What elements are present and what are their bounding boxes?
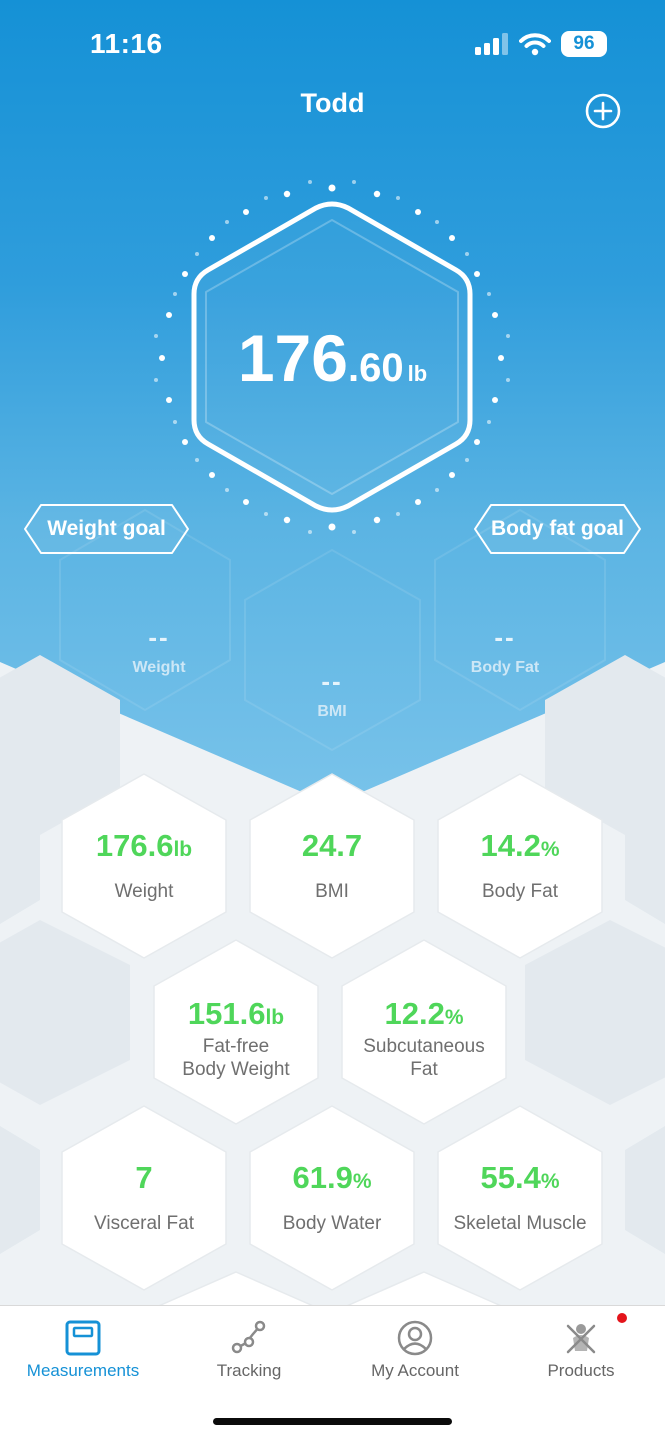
metric-label: Body Water (282, 1213, 382, 1234)
products-icon (566, 1324, 596, 1354)
summary-body-fat-value: -- (494, 622, 516, 652)
metric-subcutaneous-fat[interactable]: 12.2% Subcutaneous Fat (336, 936, 512, 1128)
scale-icon (65, 1320, 101, 1356)
metric-label: Visceral Fat (94, 1213, 194, 1234)
wifi-icon (519, 33, 551, 56)
summary-weight-label: Weight (132, 659, 186, 676)
status-time: 11:16 (90, 28, 163, 59)
summary-body-fat: -- Body Fat (425, 622, 585, 677)
summary-body-fat-label: Body Fat (470, 659, 540, 676)
metric-value: 55.4% (480, 1160, 560, 1195)
cellular-signal-icon (475, 33, 508, 55)
summary-weight-value: -- (148, 622, 170, 652)
metric-hex-shape (437, 773, 603, 959)
tab-label: Tracking (216, 1361, 282, 1380)
weight-goal-label: Weight goal (47, 517, 166, 540)
metric-label: Subcutaneous Fat (363, 1036, 485, 1080)
metric-bmi[interactable]: 24.7 BMI (244, 770, 420, 962)
summary-bmi-label: BMI (317, 703, 347, 720)
body-fat-goal-button[interactable]: Body fat goal (473, 503, 642, 555)
notification-dot (617, 1313, 627, 1323)
weight-integer: 176 (237, 321, 348, 395)
next-row-hex-peek (153, 1271, 507, 1308)
battery-indicator: 96 (561, 31, 607, 57)
summary-weight: -- Weight (79, 622, 239, 677)
metric-hex-shape (437, 1105, 603, 1291)
tab-label: Products (547, 1361, 615, 1380)
tab-label: Measurements (26, 1361, 140, 1380)
metric-weight[interactable]: 176.6lb Weight (56, 770, 232, 962)
weight-decimal: .60 (347, 346, 404, 390)
metric-hex-shape (341, 939, 507, 1125)
weight-goal-button[interactable]: Weight goal (23, 503, 190, 555)
metric-hex-shape (153, 939, 319, 1125)
tab-my-account[interactable]: My Account (332, 1306, 498, 1396)
body-fat-goal-label: Body fat goal (490, 517, 624, 540)
current-weight-display: 176.60 lb (150, 320, 515, 396)
metric-hex-shape (249, 1105, 415, 1291)
profile-name-title: Todd (300, 88, 365, 118)
measurements-screen: 11:16 96 Todd 176.60 lb Weight goal Body… (0, 0, 665, 1440)
metric-visceral-fat[interactable]: 7 Visceral Fat (56, 1102, 232, 1294)
status-icons: 96 (475, 30, 607, 58)
metric-body-water[interactable]: 61.9% Body Water (244, 1102, 420, 1294)
tab-label: My Account (371, 1361, 459, 1380)
metric-hex-shape (61, 773, 227, 959)
summary-bmi-value: -- (321, 666, 343, 696)
home-indicator (213, 1418, 452, 1425)
metric-label: BMI (315, 881, 349, 902)
summary-bmi: -- BMI (252, 666, 412, 721)
tab-measurements[interactable]: Measurements (0, 1306, 166, 1396)
add-plus-icon[interactable] (584, 92, 622, 130)
metric-label: Body Fat (481, 881, 559, 902)
metric-value: 7 (135, 1160, 153, 1195)
metric-label: Skeletal Muscle (453, 1213, 587, 1234)
metric-fat-free-body-weight[interactable]: 151.6lb Fat-free Body Weight (148, 936, 324, 1128)
metric-value: 12.2% (384, 996, 464, 1031)
metric-value: 176.6lb (95, 828, 193, 863)
tracking-icon (231, 1320, 266, 1354)
metric-value: 61.9% (292, 1160, 372, 1195)
metric-value: 14.2% (480, 828, 560, 863)
metric-label: Fat-free Body Weight (182, 1036, 290, 1080)
weight-unit: lb (407, 361, 428, 386)
metric-label: Weight (114, 881, 174, 902)
tab-tracking[interactable]: Tracking (166, 1306, 332, 1396)
tab-products[interactable]: Products (498, 1306, 664, 1396)
metric-value: 24.7 (301, 828, 363, 863)
metric-body-fat[interactable]: 14.2% Body Fat (432, 770, 608, 962)
metric-hex-shape (249, 773, 415, 959)
metric-hex-shape (61, 1105, 227, 1291)
metric-value: 151.6lb (187, 996, 285, 1031)
metric-skeletal-muscle[interactable]: 55.4% Skeletal Muscle (432, 1102, 608, 1294)
account-icon (397, 1320, 433, 1356)
